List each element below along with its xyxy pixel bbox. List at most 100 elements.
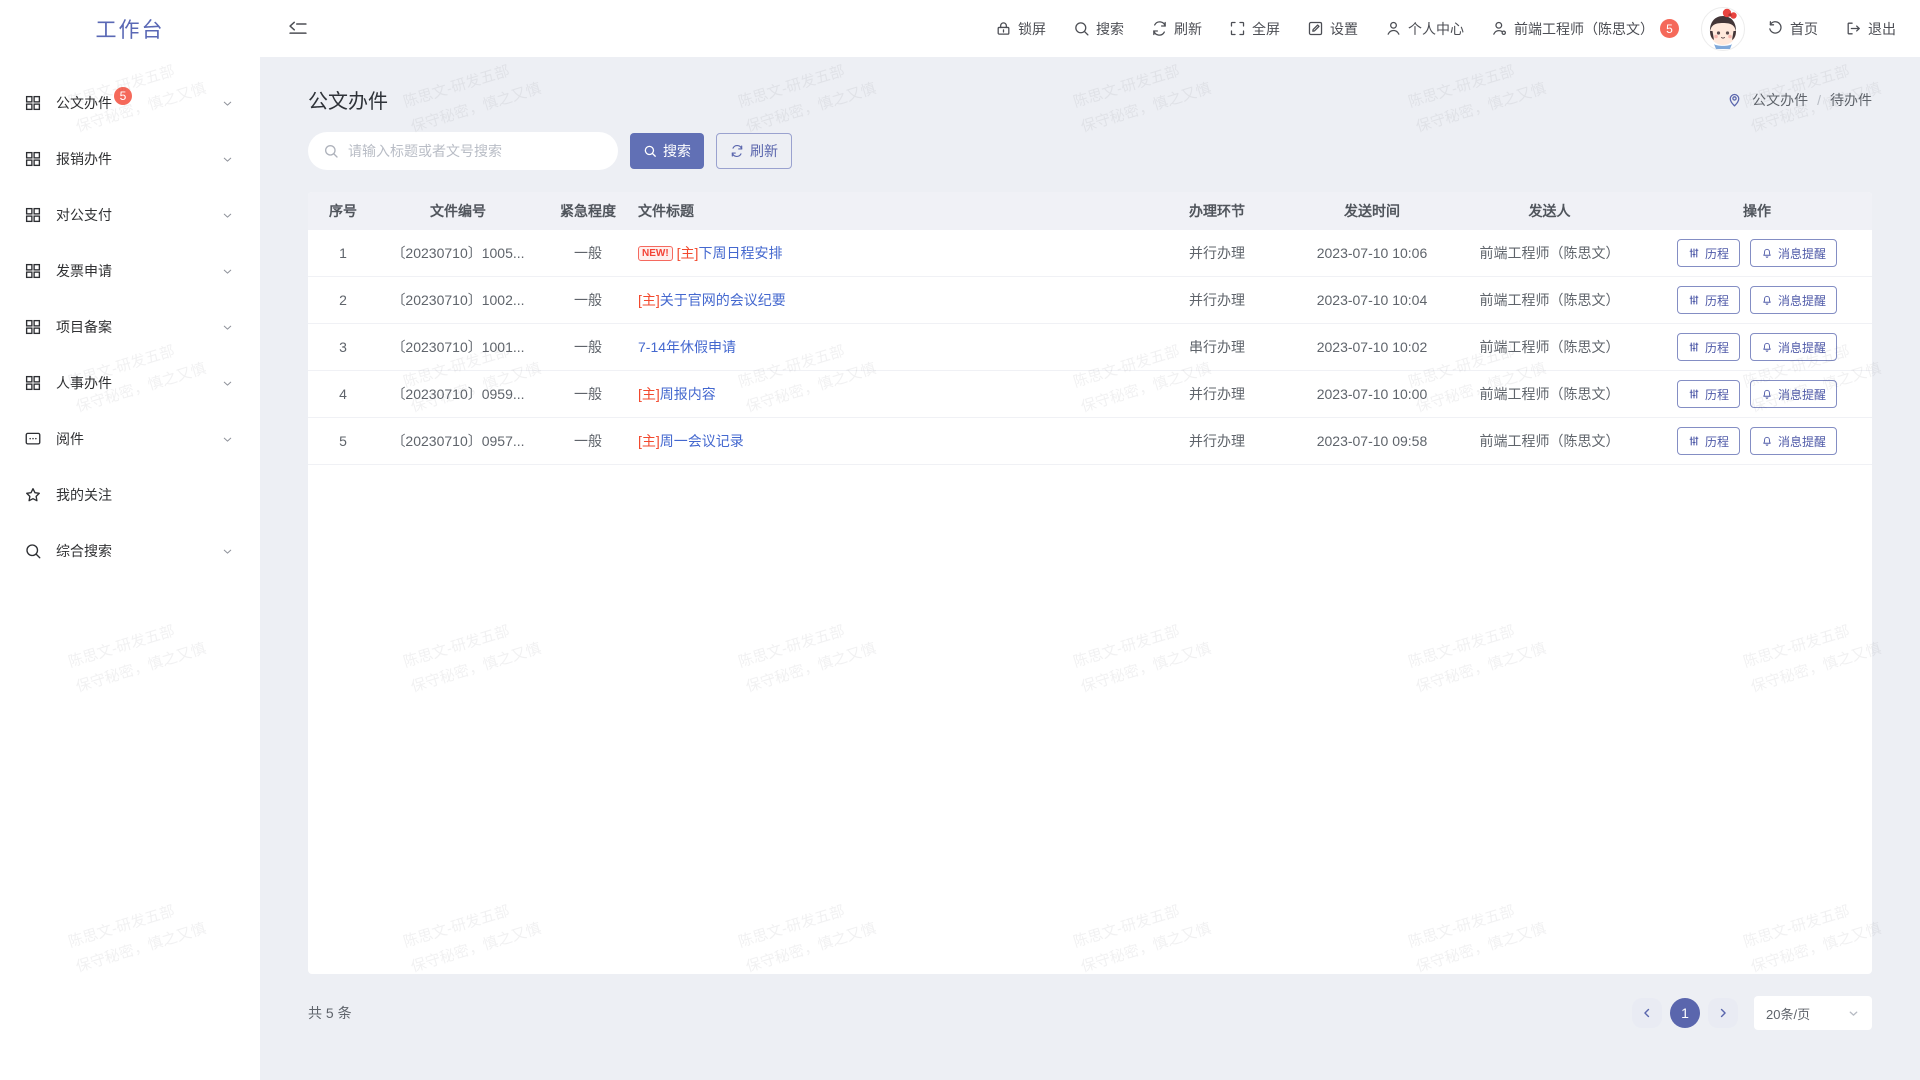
breadcrumb-item-current: 待办件 [1830, 90, 1872, 110]
cell-sender: 前端工程师（陈思文） [1457, 243, 1642, 263]
notify-button[interactable]: 消息提醒 [1750, 239, 1837, 267]
breadcrumb-separator: / [1817, 92, 1821, 108]
cell-send-time: 2023-07-10 10:04 [1287, 292, 1457, 308]
document-title-link[interactable]: 关于官网的会议纪要 [660, 290, 786, 310]
notify-button[interactable]: 消息提醒 [1750, 286, 1837, 314]
header-action-label: 全屏 [1252, 19, 1280, 39]
cell-send-time: 2023-07-10 10:06 [1287, 245, 1457, 261]
header-action-4[interactable]: 设置 [1307, 19, 1358, 39]
sidebar-item-label: 我的关注 [56, 485, 112, 505]
cell-doc-number: 〔20230710〕0959... [378, 384, 538, 404]
sidebar-item-3[interactable]: 发票申请 [0, 243, 260, 299]
chevron-down-icon [221, 265, 234, 278]
cell-urgency: 一般 [538, 243, 638, 263]
table-row: 1〔20230710〕1005...一般NEW![主]下周日程安排并行办理202… [308, 230, 1872, 277]
cell-title: NEW![主]下周日程安排 [638, 243, 1147, 263]
breadcrumb-item-root[interactable]: 公文办件 [1752, 90, 1808, 110]
sidebar-item-8[interactable]: 综合搜索 [0, 523, 260, 579]
page-number-1[interactable]: 1 [1670, 998, 1700, 1028]
sidebar-item-4[interactable]: 项目备案 [0, 299, 260, 355]
header-action-2[interactable]: 刷新 [1151, 19, 1202, 39]
cell-title: [主]周一会议记录 [638, 431, 1147, 451]
grid-icon [24, 318, 42, 336]
notify-button-label: 消息提醒 [1778, 245, 1826, 262]
header-action-1[interactable]: 搜索 [1073, 19, 1124, 39]
home-icon [1767, 20, 1784, 37]
menu-fold-icon[interactable] [288, 19, 308, 39]
chevron-down-icon [221, 433, 234, 446]
history-button-label: 历程 [1705, 339, 1729, 356]
main-doc-tag: [主] [638, 384, 660, 404]
column-header-0: 序号 [308, 201, 378, 221]
main-content: 公文办件 公文办件 / 待办件 [260, 57, 1920, 1080]
sidebar-item-6[interactable]: 阅件 [0, 411, 260, 467]
user-avatar[interactable] [1700, 6, 1746, 52]
next-page-button[interactable] [1708, 998, 1738, 1028]
search-input[interactable] [348, 143, 603, 159]
notify-button[interactable]: 消息提醒 [1750, 380, 1837, 408]
sidebar-nav: 公文办件5报销办件对公支付发票申请项目备案人事办件阅件我的关注综合搜索 [0, 57, 260, 579]
cell-sender: 前端工程师（陈思文） [1457, 384, 1642, 404]
grid-icon [24, 262, 42, 280]
refresh-button[interactable]: 刷新 [716, 133, 792, 169]
cell-actions: 历程消息提醒 [1642, 380, 1872, 408]
history-button[interactable]: 历程 [1677, 239, 1740, 267]
chevron-down-icon [221, 97, 234, 110]
cell-title: 7-14年休假申请 [638, 337, 1147, 357]
cell-index: 3 [308, 339, 378, 355]
document-title-link[interactable]: 7-14年休假申请 [638, 337, 736, 357]
notification-badge: 5 [1660, 19, 1679, 38]
logout-button[interactable]: 退出 [1845, 19, 1896, 39]
bell-icon [1761, 388, 1773, 400]
history-button-label: 历程 [1705, 292, 1729, 309]
sidebar-item-5[interactable]: 人事办件 [0, 355, 260, 411]
notification-badge: 5 [114, 87, 132, 105]
main-doc-tag: [主] [638, 290, 660, 310]
header-user[interactable]: 前端工程师（陈思文）5 [1491, 19, 1679, 39]
sidebar-item-7[interactable]: 我的关注 [0, 467, 260, 523]
history-button[interactable]: 历程 [1677, 333, 1740, 361]
table-row: 5〔20230710〕0957...一般[主]周一会议记录并行办理2023-07… [308, 418, 1872, 465]
prev-page-button[interactable] [1632, 998, 1662, 1028]
page-size-select[interactable]: 20条/页 [1754, 996, 1872, 1030]
sidebar-item-1[interactable]: 报销办件 [0, 131, 260, 187]
cell-actions: 历程 消息提醒 [1642, 333, 1872, 361]
cell-step: 并行办理 [1147, 431, 1287, 451]
cell-title: [主]周报内容 [638, 384, 1147, 404]
cell-step: 并行办理 [1147, 384, 1287, 404]
grid-icon [24, 150, 42, 168]
sidebar-item-label: 阅件 [56, 429, 84, 449]
grid-icon [24, 94, 42, 112]
history-button-label: 历程 [1705, 433, 1729, 450]
sidebar-item-0[interactable]: 公文办件5 [0, 75, 260, 131]
header-action-0[interactable]: 锁屏 [995, 19, 1046, 39]
search-icon [1073, 20, 1090, 37]
home-label: 首页 [1790, 19, 1818, 39]
notify-button[interactable]: 消息提醒 [1750, 427, 1837, 455]
sidebar-item-label: 对公支付 [56, 205, 112, 225]
column-header-2: 紧急程度 [538, 201, 638, 221]
header-action-3[interactable]: 全屏 [1229, 19, 1280, 39]
home-button[interactable]: 首页 [1767, 19, 1818, 39]
search-box [308, 132, 618, 170]
document-title-link[interactable]: 下周日程安排 [698, 243, 782, 263]
history-button[interactable]: 历程 [1677, 427, 1740, 455]
document-table-card: 序号文件编号紧急程度文件标题办理环节发送时间发送人操作 1〔20230710〕1… [308, 192, 1872, 974]
header-action-label: 个人中心 [1408, 19, 1464, 39]
table-row: 4〔20230710〕0959...一般[主]周报内容并行办理2023-07-1… [308, 371, 1872, 418]
table-footer: 共 5 条 1 20条/页 [308, 996, 1872, 1030]
document-title-link[interactable]: 周报内容 [660, 384, 716, 404]
history-button[interactable]: 历程 [1677, 380, 1740, 408]
main-doc-tag: [主] [638, 431, 660, 451]
sidebar-item-2[interactable]: 对公支付 [0, 187, 260, 243]
table-header-row: 序号文件编号紧急程度文件标题办理环节发送时间发送人操作 [308, 192, 1872, 230]
notify-button[interactable]: 消息提醒 [1750, 333, 1837, 361]
document-title-link[interactable]: 周一会议记录 [660, 431, 744, 451]
cell-index: 4 [308, 386, 378, 402]
cell-sender: 前端工程师（陈思文） [1457, 337, 1642, 357]
history-button[interactable]: 历程 [1677, 286, 1740, 314]
header-action-5[interactable]: 个人中心 [1385, 19, 1464, 39]
cell-sender: 前端工程师（陈思文） [1457, 431, 1642, 451]
search-button[interactable]: 搜索 [630, 133, 704, 169]
column-header-7: 操作 [1642, 201, 1872, 221]
